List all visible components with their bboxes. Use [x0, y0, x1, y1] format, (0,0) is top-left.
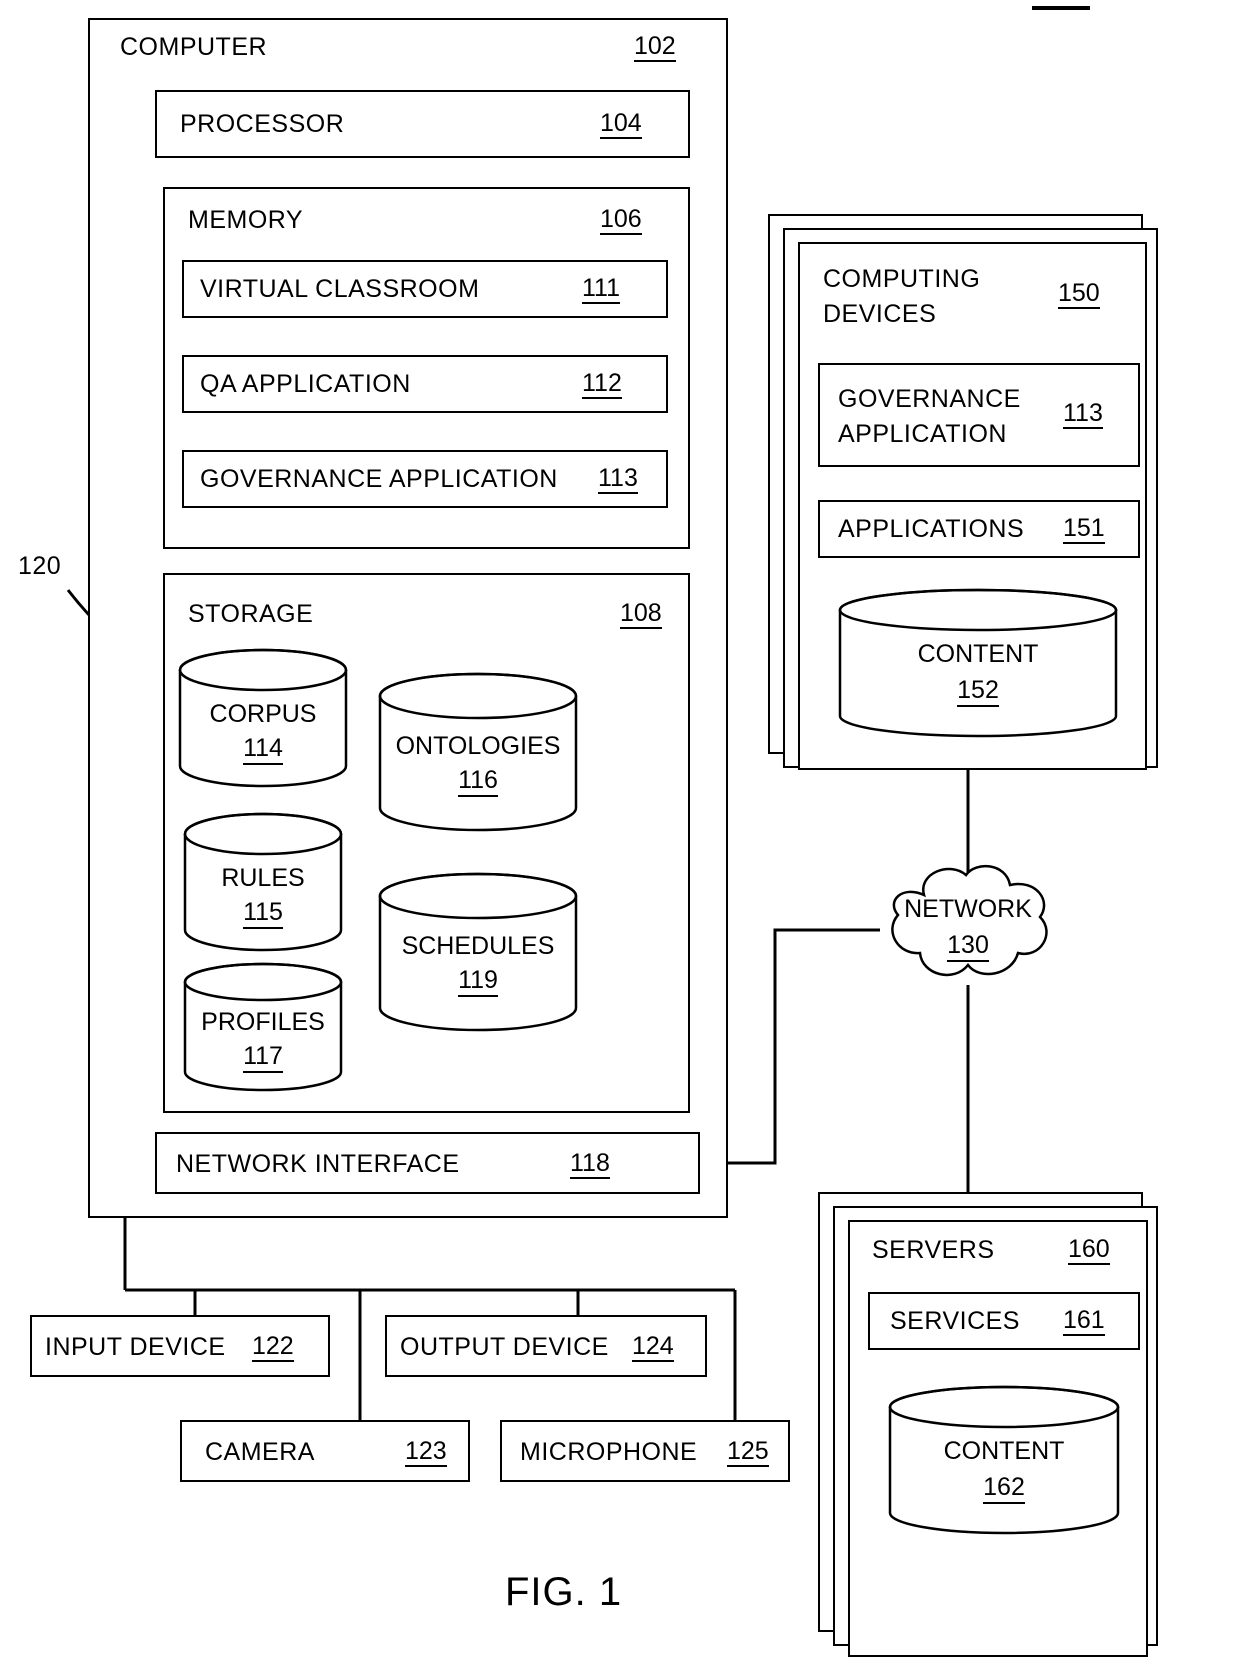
ontologies-cylinder: ONTOLOGIES 116: [378, 672, 578, 832]
servers-content-label: CONTENT: [943, 1437, 1065, 1465]
qa-application-ref: 112: [582, 370, 622, 400]
processor-title: PROCESSOR: [180, 110, 345, 138]
ontologies-ref: 116: [378, 766, 578, 797]
network-interface-title: NETWORK INTERFACE: [176, 1150, 460, 1178]
network-interface-ref: 118: [570, 1150, 610, 1180]
profiles-cylinder: PROFILES 117: [183, 962, 343, 1092]
figure-caption: FIG. 1: [505, 1570, 623, 1614]
network-ref: 130: [872, 931, 1064, 962]
rules-ref: 115: [183, 898, 343, 929]
cd-applications-title: APPLICATIONS: [838, 515, 1025, 543]
schedules-label: SCHEDULES: [401, 932, 555, 960]
cd-content-label: CONTENT: [917, 640, 1039, 668]
cd-content-cylinder: CONTENT 152: [838, 588, 1118, 738]
servers-content-cylinder: CONTENT 162: [888, 1385, 1120, 1535]
computing-devices-ref: 150: [1058, 280, 1100, 310]
services-title: SERVICES: [890, 1307, 1020, 1335]
profiles-ref: 117: [183, 1042, 343, 1073]
servers-content-ref: 162: [888, 1473, 1120, 1504]
storage-title: STORAGE: [188, 600, 314, 628]
schedules-cylinder: SCHEDULES 119: [378, 872, 578, 1032]
output-device-title: OUTPUT DEVICE: [400, 1333, 609, 1361]
cd-governance-title-line1: GOVERNANCE: [838, 385, 1021, 413]
corpus-cylinder: CORPUS 114: [178, 648, 348, 788]
governance-application-ref: 113: [598, 465, 638, 495]
patent-figure: COMPUTER 102 PROCESSOR 104 MEMORY 106 VI…: [0, 0, 1240, 1657]
virtual-classroom-ref: 111: [582, 275, 621, 305]
processor-ref: 104: [600, 110, 642, 140]
memory-ref: 106: [600, 206, 642, 236]
computing-devices-title-line1: COMPUTING: [823, 265, 981, 293]
network-label: NETWORK: [904, 895, 1032, 923]
rules-label: RULES: [221, 864, 305, 892]
camera-ref: 123: [405, 1438, 447, 1468]
computer-ref: 102: [634, 33, 676, 63]
cd-governance-title-line2: APPLICATION: [838, 420, 1007, 448]
microphone-title: MICROPHONE: [520, 1438, 698, 1466]
cd-governance-ref: 113: [1063, 400, 1103, 430]
network-cloud: NETWORK 130: [872, 855, 1064, 990]
virtual-classroom-title: VIRTUAL CLASSROOM: [200, 275, 480, 303]
governance-application-title: GOVERNANCE APPLICATION: [200, 465, 558, 493]
servers-title: SERVERS: [872, 1236, 995, 1264]
corpus-label: CORPUS: [209, 700, 317, 728]
cd-applications-ref: 151: [1063, 515, 1105, 545]
input-device-title: INPUT DEVICE: [45, 1333, 226, 1361]
profiles-label: PROFILES: [201, 1008, 325, 1036]
cd-content-ref: 152: [838, 676, 1118, 707]
ontologies-label: ONTOLOGIES: [395, 732, 561, 760]
microphone-ref: 125: [727, 1438, 769, 1468]
services-ref: 161: [1063, 1307, 1105, 1337]
computing-devices-title-line2: DEVICES: [823, 300, 937, 328]
corpus-ref: 114: [178, 734, 348, 765]
servers-ref: 160: [1068, 1236, 1110, 1266]
camera-title: CAMERA: [205, 1438, 315, 1466]
computer-title: COMPUTER: [120, 33, 268, 61]
qa-application-title: QA APPLICATION: [200, 370, 411, 398]
input-device-ref: 122: [252, 1333, 294, 1363]
storage-ref: 108: [620, 600, 662, 630]
bus-ref-120: 120: [18, 552, 62, 580]
output-device-ref: 124: [632, 1333, 674, 1363]
rules-cylinder: RULES 115: [183, 812, 343, 952]
schedules-ref: 119: [378, 966, 578, 997]
memory-title: MEMORY: [188, 206, 304, 234]
